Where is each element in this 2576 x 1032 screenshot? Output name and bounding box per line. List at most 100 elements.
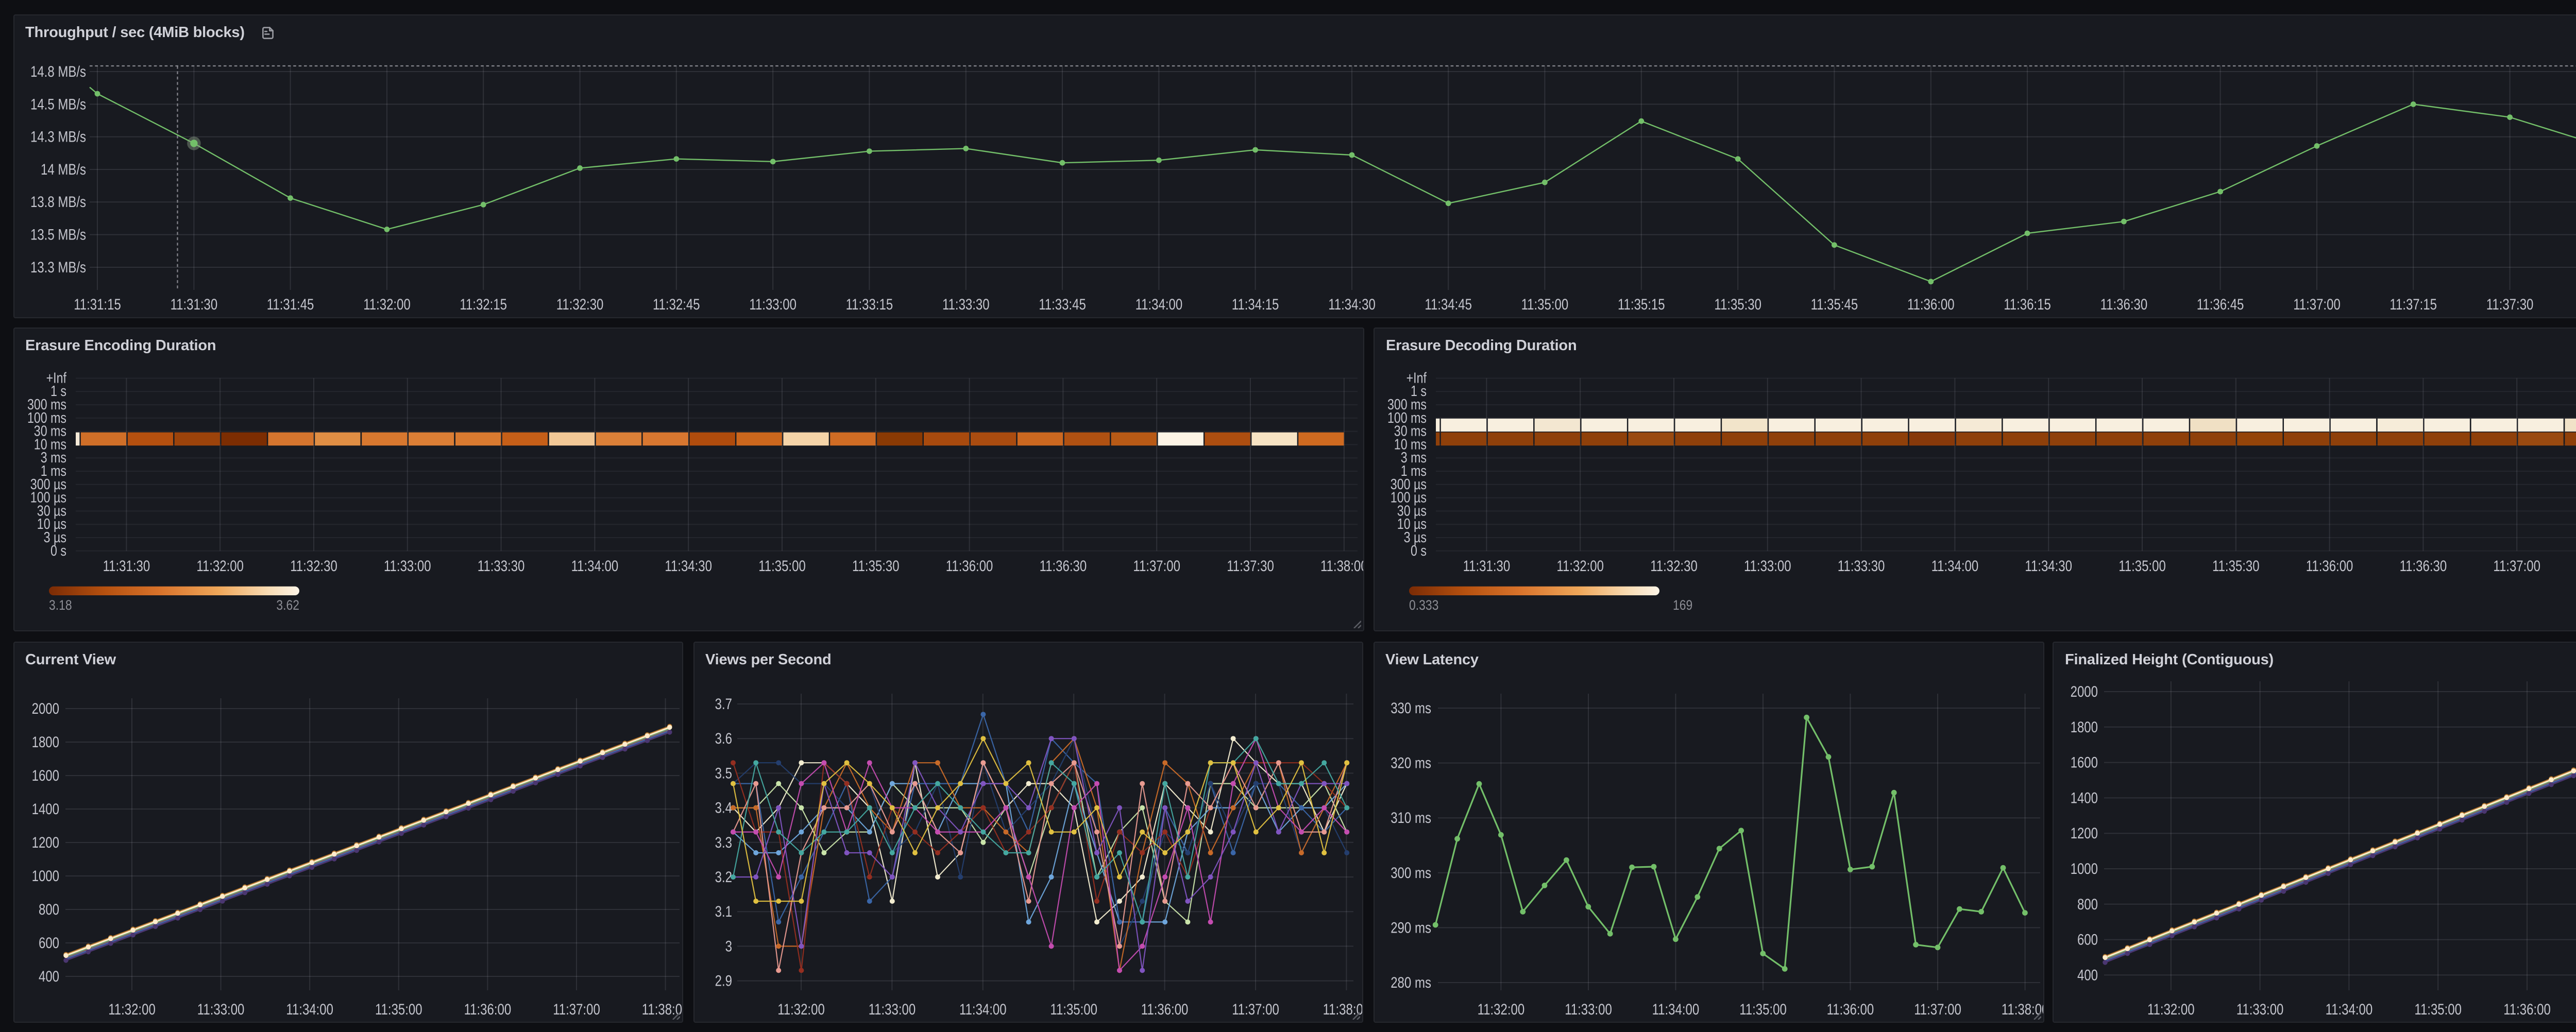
svg-text:11:36:45: 11:36:45 (2196, 296, 2244, 313)
svg-text:600: 600 (38, 934, 59, 951)
svg-text:11:36:30: 11:36:30 (2100, 296, 2147, 313)
svg-text:11:34:00: 11:34:00 (2326, 1001, 2373, 1018)
svg-text:11:33:30: 11:33:30 (477, 558, 524, 575)
svg-text:3.62: 3.62 (276, 597, 299, 613)
svg-text:1600: 1600 (31, 767, 59, 784)
svg-text:1000: 1000 (2071, 860, 2098, 877)
svg-text:11:35:00: 11:35:00 (1739, 1001, 1786, 1018)
svg-text:11:35:00: 11:35:00 (1049, 1001, 1097, 1018)
svg-text:3: 3 (725, 937, 732, 954)
svg-text:11:36:00: 11:36:00 (1826, 1001, 1874, 1018)
svg-text:11:37:00: 11:37:00 (552, 1001, 600, 1018)
svg-text:0 s: 0 s (50, 543, 66, 559)
svg-text:1400: 1400 (2071, 789, 2098, 806)
svg-text:3.5: 3.5 (715, 764, 732, 781)
svg-text:11:35:30: 11:35:30 (2212, 558, 2260, 575)
svg-text:1200: 1200 (2071, 824, 2098, 841)
svg-text:320 ms: 320 ms (1390, 754, 1431, 771)
svg-text:330 ms: 330 ms (1390, 699, 1431, 716)
svg-text:14 MB/s: 14 MB/s (40, 161, 86, 178)
svg-text:11:34:15: 11:34:15 (1231, 296, 1279, 313)
svg-text:3.4: 3.4 (715, 799, 732, 816)
svg-text:600: 600 (2077, 931, 2098, 948)
svg-text:14.3 MB/s: 14.3 MB/s (30, 128, 86, 145)
svg-text:1000: 1000 (31, 867, 59, 884)
svg-text:11:36:15: 11:36:15 (2003, 296, 2050, 313)
svg-text:13.5 MB/s: 13.5 MB/s (30, 226, 86, 243)
svg-text:1800: 1800 (2071, 718, 2098, 735)
svg-text:11:36:30: 11:36:30 (2400, 558, 2447, 575)
svg-text:11:33:15: 11:33:15 (845, 296, 893, 313)
svg-text:290 ms: 290 ms (1390, 919, 1431, 936)
svg-text:14.5 MB/s: 14.5 MB/s (30, 95, 86, 112)
svg-text:11:36:00: 11:36:00 (2306, 558, 2353, 575)
svg-text:11:35:00: 11:35:00 (1521, 296, 1568, 313)
svg-text:14.8 MB/s: 14.8 MB/s (30, 63, 86, 80)
svg-text:13.8 MB/s: 13.8 MB/s (30, 193, 86, 210)
svg-text:11:33:00: 11:33:00 (1744, 558, 1791, 575)
svg-text:3.2: 3.2 (715, 868, 732, 885)
svg-text:11:35:45: 11:35:45 (1810, 296, 1858, 313)
svg-text:11:34:30: 11:34:30 (664, 558, 711, 575)
svg-text:2000: 2000 (31, 700, 59, 717)
svg-text:11:37:00: 11:37:00 (1132, 558, 1180, 575)
svg-text:11:36:00: 11:36:00 (1907, 296, 1954, 313)
svg-text:11:32:00: 11:32:00 (108, 1001, 155, 1018)
svg-text:11:36:00: 11:36:00 (945, 558, 993, 575)
svg-text:11:37:30: 11:37:30 (1226, 558, 1274, 575)
svg-text:13.3 MB/s: 13.3 MB/s (30, 259, 86, 276)
svg-text:11:34:00: 11:34:00 (285, 1001, 333, 1018)
svg-text:11:34:00: 11:34:00 (959, 1001, 1006, 1018)
svg-text:1600: 1600 (2071, 754, 2098, 771)
svg-text:11:34:00: 11:34:00 (1652, 1001, 1699, 1018)
svg-text:11:35:30: 11:35:30 (852, 558, 899, 575)
svg-text:11:33:45: 11:33:45 (1038, 296, 1086, 313)
svg-text:11:37:00: 11:37:00 (1913, 1001, 1961, 1018)
svg-text:11:32:00: 11:32:00 (363, 296, 410, 313)
svg-text:11:33:00: 11:33:00 (2236, 1001, 2284, 1018)
svg-text:11:34:00: 11:34:00 (1931, 558, 1979, 575)
svg-text:11:36:00: 11:36:00 (1141, 1001, 1188, 1018)
svg-text:11:31:30: 11:31:30 (170, 296, 217, 313)
svg-text:3.18: 3.18 (48, 597, 72, 613)
svg-text:11:33:30: 11:33:30 (942, 296, 989, 313)
svg-text:11:33:00: 11:33:00 (868, 1001, 916, 1018)
svg-text:11:32:00: 11:32:00 (2147, 1001, 2195, 1018)
svg-text:11:38:00: 11:38:00 (1320, 558, 1364, 575)
svg-text:0.333: 0.333 (1409, 597, 1438, 613)
svg-text:0 s: 0 s (1411, 543, 1427, 559)
svg-text:300 ms: 300 ms (1390, 864, 1431, 881)
svg-text:11:35:00: 11:35:00 (2119, 558, 2166, 575)
svg-text:800: 800 (2077, 896, 2098, 913)
svg-text:11:31:30: 11:31:30 (1463, 558, 1511, 575)
svg-text:3.6: 3.6 (715, 730, 732, 747)
svg-text:400: 400 (38, 968, 59, 985)
svg-text:11:33:30: 11:33:30 (1838, 558, 1885, 575)
svg-text:11:36:00: 11:36:00 (2503, 1001, 2551, 1018)
svg-text:3.7: 3.7 (715, 695, 732, 712)
svg-text:11:32:30: 11:32:30 (290, 558, 337, 575)
svg-text:11:35:15: 11:35:15 (1617, 296, 1665, 313)
svg-text:11:37:00: 11:37:00 (2493, 558, 2540, 575)
svg-text:800: 800 (38, 901, 59, 918)
svg-text:11:34:30: 11:34:30 (2025, 558, 2072, 575)
svg-text:11:32:00: 11:32:00 (1556, 558, 1604, 575)
svg-text:2.9: 2.9 (715, 972, 732, 989)
svg-text:280 ms: 280 ms (1390, 974, 1431, 991)
svg-text:11:33:00: 11:33:00 (749, 296, 796, 313)
svg-text:11:32:00: 11:32:00 (196, 558, 243, 575)
svg-text:11:34:00: 11:34:00 (571, 558, 618, 575)
svg-text:11:34:30: 11:34:30 (1328, 296, 1375, 313)
svg-text:11:35:30: 11:35:30 (1714, 296, 1761, 313)
svg-text:11:32:00: 11:32:00 (1477, 1001, 1524, 1018)
svg-text:11:35:00: 11:35:00 (758, 558, 805, 575)
svg-text:11:35:00: 11:35:00 (375, 1001, 422, 1018)
svg-text:11:31:45: 11:31:45 (266, 296, 314, 313)
svg-text:11:37:30: 11:37:30 (2486, 296, 2533, 313)
svg-text:11:32:15: 11:32:15 (459, 296, 506, 313)
svg-text:310 ms: 310 ms (1390, 809, 1431, 826)
svg-text:11:33:00: 11:33:00 (383, 558, 431, 575)
svg-text:11:32:00: 11:32:00 (777, 1001, 824, 1018)
svg-text:11:35:00: 11:35:00 (2414, 1001, 2462, 1018)
svg-text:3.1: 3.1 (715, 903, 732, 920)
